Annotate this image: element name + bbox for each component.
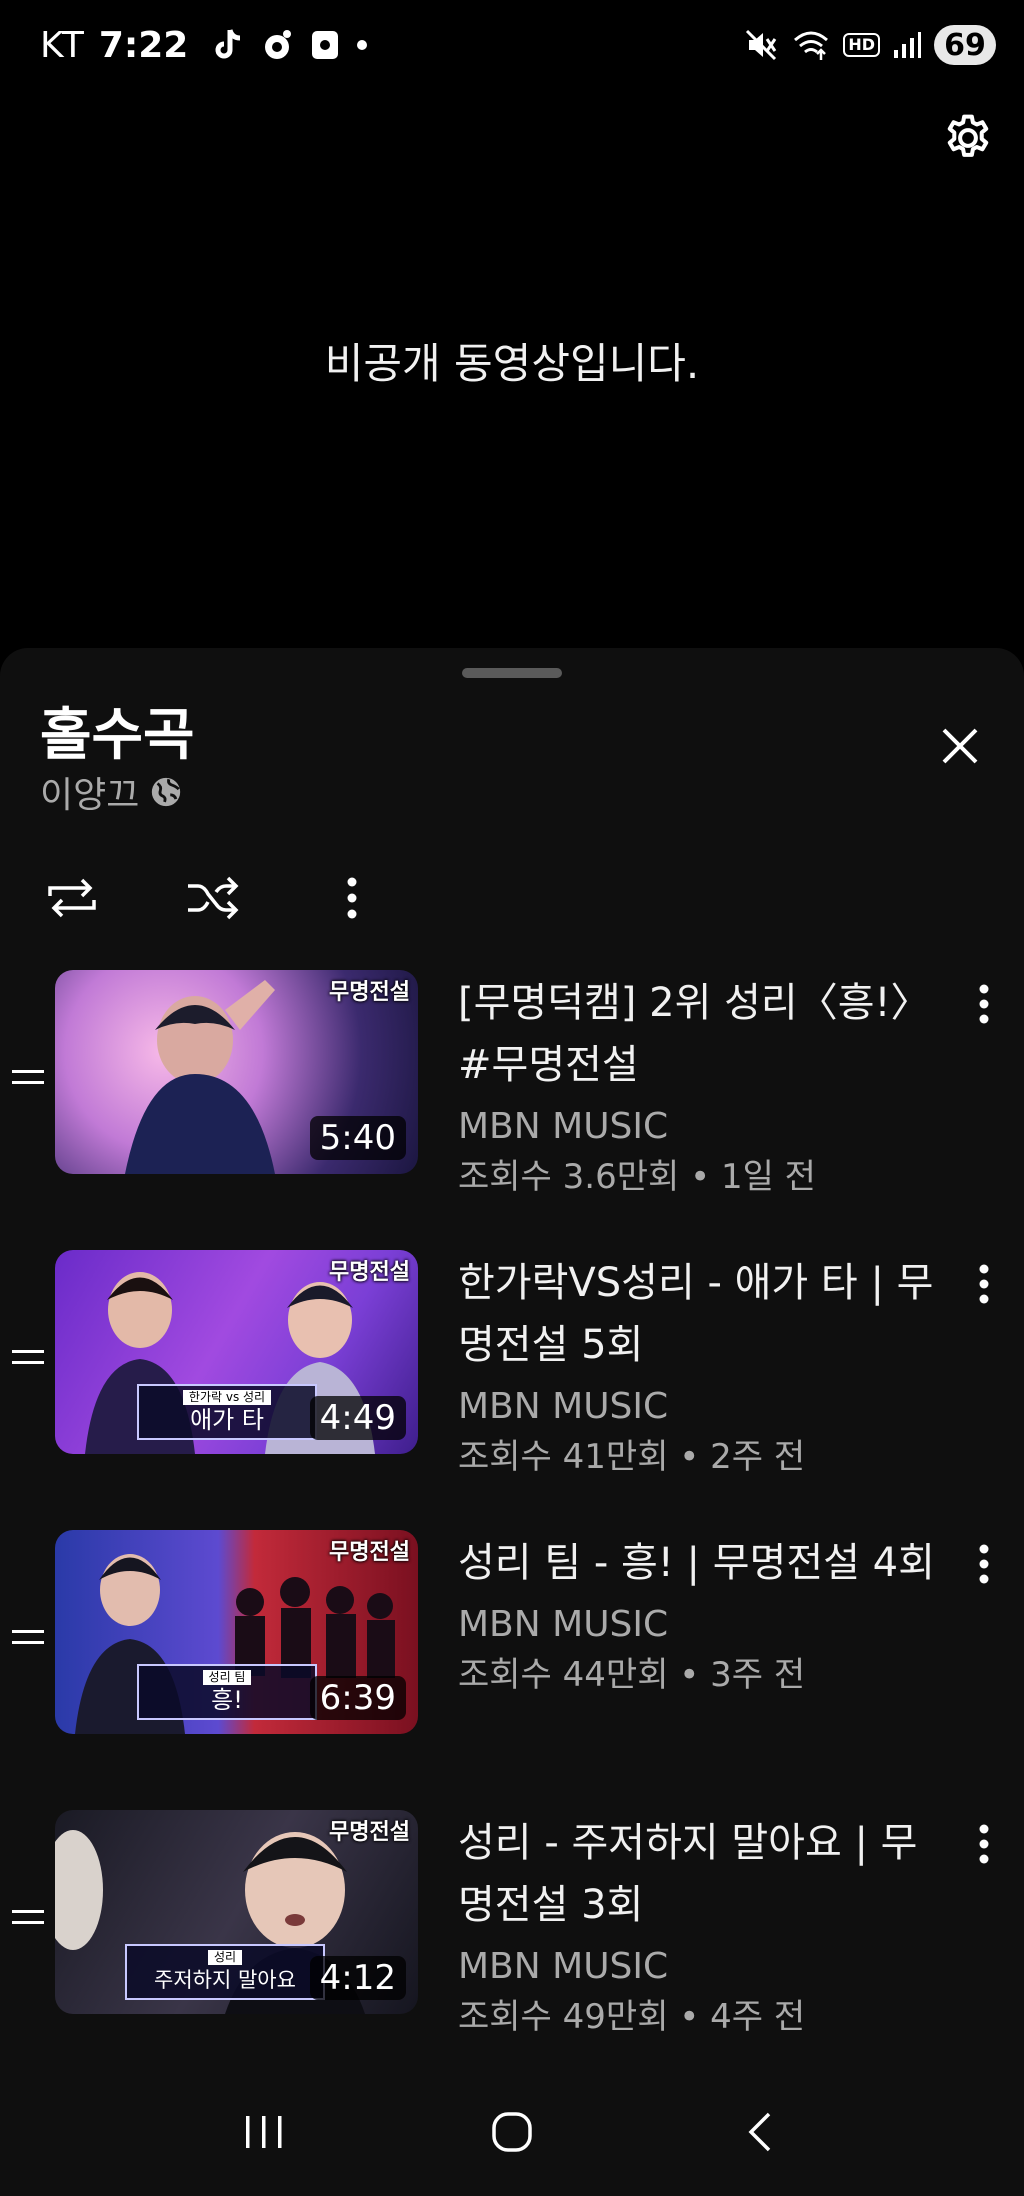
tiktok-icon — [215, 29, 241, 59]
media-box-icon — [312, 31, 339, 59]
home-icon — [492, 2112, 532, 2152]
caption-main: 애가 타 — [190, 1405, 264, 1434]
item-more-button[interactable] — [964, 976, 1004, 1032]
show-logo: 무명전설 — [329, 1540, 410, 1565]
playlist-title: 홀수곡 — [40, 703, 195, 768]
more-vertical-icon — [979, 1264, 989, 1304]
playlist-panel: 홀수곡 이양끄 무명전설 5:40 [무명덕캠] 2위 성리〈흥!〉 #무명전설… — [0, 648, 1024, 2068]
playlist-item[interactable]: 무명전설 5:40 [무명덕캠] 2위 성리〈흥!〉 #무명전설 MBN MUS… — [0, 970, 1024, 1250]
dot-icon — [357, 40, 368, 50]
more-vertical-icon — [347, 877, 357, 919]
video-title[interactable]: [무명덕캠] 2위 성리〈흥!〉 #무명전설 — [458, 972, 938, 1096]
battery-indicator: 69 — [934, 25, 996, 65]
video-info[interactable]: 성리 - 주저하지 말아요 | 무명전설 3회 MBN MUSIC 조회수 49… — [458, 1812, 938, 2042]
more-vertical-icon — [979, 1544, 989, 1584]
recents-button[interactable] — [224, 2092, 304, 2172]
video-title[interactable]: 성리 - 주저하지 말아요 | 무명전설 3회 — [458, 1812, 938, 1936]
video-channel: MBN MUSIC — [458, 1604, 669, 1645]
video-duration: 4:49 — [309, 1396, 406, 1440]
close-button[interactable] — [932, 718, 988, 774]
video-thumbnail[interactable]: 무명전설 성리 주저하지 말아요 4:12 — [55, 1810, 418, 2014]
status-bar: KT 7:22 HD 69 — [0, 0, 1024, 90]
loop-button[interactable] — [40, 866, 104, 930]
video-thumbnail[interactable]: 무명전설 성리 팀 흥! 6:39 — [55, 1530, 418, 1734]
video-channel: MBN MUSIC — [458, 1386, 669, 1427]
drag-handle[interactable] — [462, 668, 562, 678]
thumbnail-caption: 성리 주저하지 말아요 — [125, 1944, 325, 2000]
playlist-controls — [40, 858, 1000, 938]
wifi-icon — [794, 31, 829, 60]
video-player[interactable]: 비공개 동영상입니다. — [0, 90, 1024, 650]
video-channel: MBN MUSIC — [458, 1106, 669, 1147]
carrier-label: KT — [40, 24, 85, 66]
system-nav-bar — [0, 2068, 1024, 2196]
hd-badge: HD — [843, 33, 880, 57]
video-duration: 5:40 — [309, 1116, 406, 1160]
gear-icon — [947, 114, 989, 157]
video-meta: 조회수 3.6만회 • 1일 전 — [458, 1157, 816, 1197]
caption-small: 성리 — [207, 1949, 243, 1965]
caption-small: 한가락 vs 성리 — [182, 1389, 272, 1405]
video-channel: MBN MUSIC — [458, 1946, 669, 1987]
clock: 7:22 — [98, 24, 189, 66]
video-info[interactable]: 성리 팀 - 흥! | 무명전설 4회 MBN MUSIC 조회수 44만회 •… — [458, 1532, 938, 1700]
video-info[interactable]: 한가락VS성리 - 애가 타 | 무명전설 5회 MBN MUSIC 조회수 4… — [458, 1252, 938, 1482]
shuffle-icon — [188, 876, 239, 920]
video-thumbnail[interactable]: 무명전설 한가락 vs 성리 애가 타 4:49 — [55, 1250, 418, 1454]
playlist-owner: 이양끄 — [40, 775, 140, 816]
home-button[interactable] — [472, 2092, 552, 2172]
drag-handle-icon[interactable] — [12, 1906, 44, 1930]
playlist-item[interactable]: 무명전설 한가락 vs 성리 애가 타 4:49 한가락VS성리 - 애가 타 … — [0, 1250, 1024, 1530]
caption-main: 주저하지 말아요 — [154, 1967, 296, 1992]
playlist-item[interactable]: 무명전설 성리 팀 흥! 6:39 성리 팀 - 흥! | 무명전설 4회 MB… — [0, 1530, 1024, 1810]
video-thumbnail[interactable]: 무명전설 5:40 — [55, 970, 418, 1174]
playlist-items: 무명전설 5:40 [무명덕캠] 2위 성리〈흥!〉 #무명전설 MBN MUS… — [0, 970, 1024, 2090]
private-video-message: 비공개 동영상입니다. — [324, 339, 700, 388]
video-duration: 4:12 — [309, 1956, 406, 2000]
recents-icon — [246, 2116, 282, 2148]
item-more-button[interactable] — [964, 1536, 1004, 1592]
show-logo: 무명전설 — [329, 980, 410, 1005]
signal-icon — [894, 32, 921, 58]
video-meta: 조회수 49만회 • 4주 전 — [458, 1997, 806, 2037]
video-title[interactable]: 성리 팀 - 흥! | 무명전설 4회 — [458, 1532, 938, 1594]
back-icon — [748, 2112, 771, 2152]
item-more-button[interactable] — [964, 1256, 1004, 1312]
video-meta: 조회수 44만회 • 3주 전 — [458, 1655, 806, 1695]
show-logo: 무명전설 — [329, 1260, 410, 1285]
video-title[interactable]: 한가락VS성리 - 애가 타 | 무명전설 5회 — [458, 1252, 938, 1376]
caption-small: 성리 팀 — [202, 1669, 252, 1685]
settings-button[interactable] — [938, 108, 998, 168]
globe-icon — [152, 777, 181, 807]
playlist-item[interactable]: 무명전설 성리 주저하지 말아요 4:12 성리 - 주저하지 말아요 | 무명… — [0, 1810, 1024, 2090]
drag-handle-icon[interactable] — [12, 1626, 44, 1650]
back-button[interactable] — [720, 2092, 800, 2172]
camera-circle-icon — [265, 30, 292, 59]
caption-main: 흥! — [211, 1685, 243, 1714]
playlist-owner-row: 이양끄 — [40, 766, 183, 818]
mute-icon — [746, 29, 777, 61]
shuffle-button[interactable] — [180, 866, 244, 930]
thumbnail-caption: 성리 팀 흥! — [137, 1664, 317, 1720]
playlist-more-button[interactable] — [320, 866, 384, 930]
loop-icon — [48, 878, 96, 918]
video-info[interactable]: [무명덕캠] 2위 성리〈흥!〉 #무명전설 MBN MUSIC 조회수 3.6… — [458, 972, 938, 1202]
drag-handle-icon[interactable] — [12, 1066, 44, 1090]
more-vertical-icon — [979, 1824, 989, 1864]
drag-handle-icon[interactable] — [12, 1346, 44, 1370]
item-more-button[interactable] — [964, 1816, 1004, 1872]
show-logo: 무명전설 — [329, 1820, 410, 1845]
video-duration: 6:39 — [309, 1676, 406, 1720]
more-vertical-icon — [979, 984, 989, 1024]
close-icon — [942, 728, 978, 764]
video-meta: 조회수 41만회 • 2주 전 — [458, 1437, 806, 1477]
thumbnail-caption: 한가락 vs 성리 애가 타 — [137, 1384, 317, 1440]
